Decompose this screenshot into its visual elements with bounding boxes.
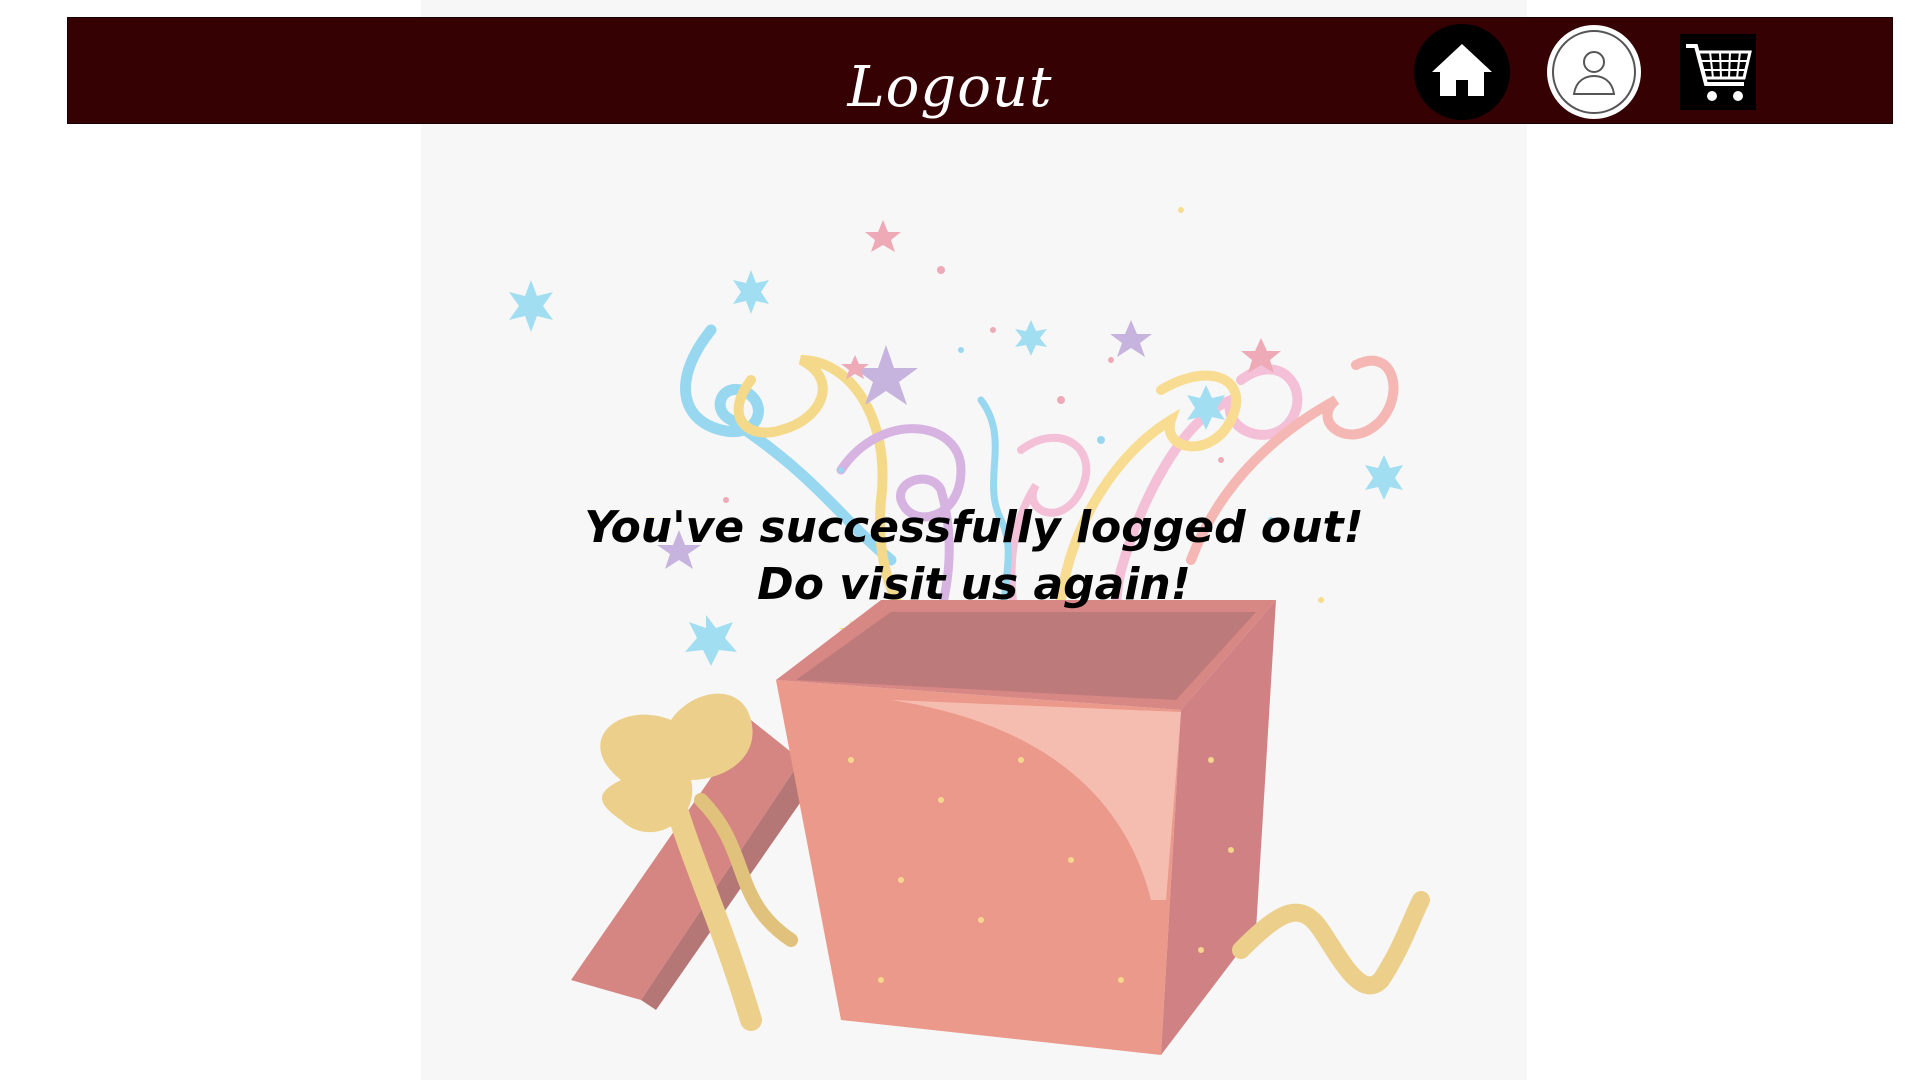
home-button[interactable] — [1414, 24, 1510, 120]
shopping-cart-icon — [1680, 34, 1756, 110]
home-icon — [1414, 24, 1510, 120]
user-profile-icon — [1547, 25, 1641, 119]
top-navigation-bar: Logout — [67, 17, 1893, 124]
cart-button[interactable] — [1680, 34, 1756, 110]
logout-message: You've successfully logged out! Do visit… — [421, 499, 1527, 613]
logout-message-line-1: You've successfully logged out! — [584, 502, 1364, 553]
profile-button[interactable] — [1546, 24, 1642, 120]
logout-page: Logout You've successfully logged out! D… — [0, 0, 1920, 1080]
logout-message-line-2: Do visit us again! — [757, 559, 1191, 610]
